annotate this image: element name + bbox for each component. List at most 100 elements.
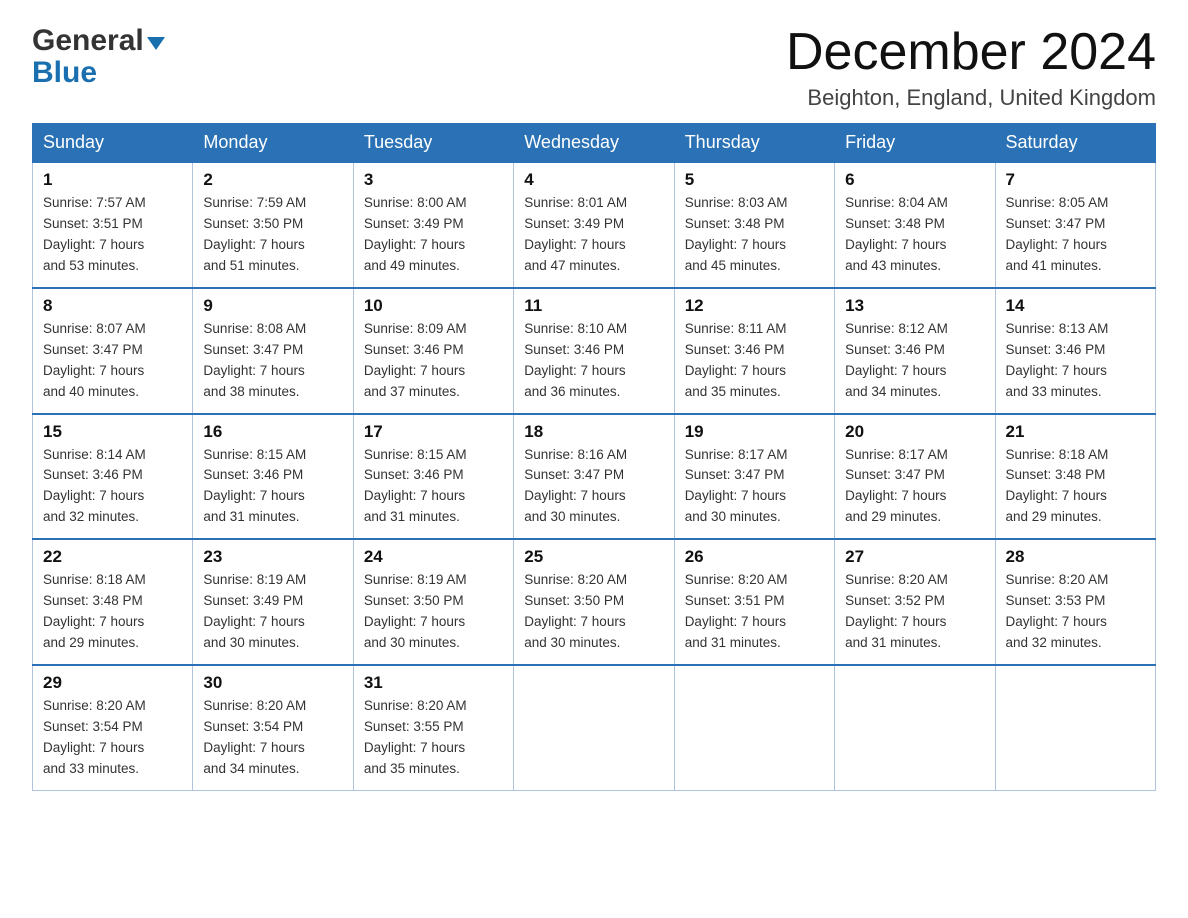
day-info: Sunrise: 8:01 AMSunset: 3:49 PMDaylight:… (524, 193, 663, 277)
day-number: 28 (1006, 547, 1145, 567)
day-info: Sunrise: 8:13 AMSunset: 3:46 PMDaylight:… (1006, 319, 1145, 403)
day-number: 13 (845, 296, 984, 316)
calendar-cell: 9Sunrise: 8:08 AMSunset: 3:47 PMDaylight… (193, 288, 353, 414)
calendar-cell: 18 Sunrise: 8:16 AMSunset: 3:47 PMDayligh… (514, 414, 674, 540)
title-block: December 2024 Beighton, England, United … (786, 24, 1156, 111)
calendar-header-row: SundayMondayTuesdayWednesdayThursdayFrid… (33, 124, 1156, 163)
day-info: Sunrise: 8:19 AMSunset: 3:50 PMDaylight:… (364, 570, 503, 654)
day-number: 23 (203, 547, 342, 567)
page-header: General Blue December 2024 Beighton, Eng… (32, 24, 1156, 111)
calendar-cell: 24 Sunrise: 8:19 AMSunset: 3:50 PMDayligh… (353, 539, 513, 665)
day-number: 4 (524, 170, 663, 190)
day-number: 14 (1006, 296, 1145, 316)
calendar-cell: 21 Sunrise: 8:18 AMSunset: 3:48 PMDayligh… (995, 414, 1155, 540)
day-info: Sunrise: 8:20 AMSunset: 3:54 PMDaylight:… (43, 696, 182, 780)
day-info: Sunrise: 8:20 AMSunset: 3:55 PMDaylight:… (364, 696, 503, 780)
day-info: Sunrise: 8:20 AMSunset: 3:51 PMDaylight:… (685, 570, 824, 654)
day-info: Sunrise: 7:59 AMSunset: 3:50 PMDaylight:… (203, 193, 342, 277)
col-header-monday: Monday (193, 124, 353, 163)
col-header-tuesday: Tuesday (353, 124, 513, 163)
day-number: 26 (685, 547, 824, 567)
calendar-cell: 5Sunrise: 8:03 AMSunset: 3:48 PMDaylight… (674, 162, 834, 288)
logo-triangle-icon (147, 37, 165, 50)
day-info: Sunrise: 7:57 AMSunset: 3:51 PMDaylight:… (43, 193, 182, 277)
day-number: 1 (43, 170, 182, 190)
calendar-cell: 8Sunrise: 8:07 AMSunset: 3:47 PMDaylight… (33, 288, 193, 414)
calendar-week-row: 29 Sunrise: 8:20 AMSunset: 3:54 PMDayligh… (33, 665, 1156, 790)
day-info: Sunrise: 8:18 AMSunset: 3:48 PMDaylight:… (1006, 445, 1145, 529)
calendar-cell: 22 Sunrise: 8:18 AMSunset: 3:48 PMDayligh… (33, 539, 193, 665)
day-number: 31 (364, 673, 503, 693)
calendar-cell: 14 Sunrise: 8:13 AMSunset: 3:46 PMDayligh… (995, 288, 1155, 414)
day-number: 8 (43, 296, 182, 316)
calendar-cell: 20Sunrise: 8:17 AMSunset: 3:47 PMDayligh… (835, 414, 995, 540)
day-info: Sunrise: 8:11 AMSunset: 3:46 PMDaylight:… (685, 319, 824, 403)
logo-general: General (32, 24, 144, 58)
day-info: Sunrise: 8:12 AMSunset: 3:46 PMDaylight:… (845, 319, 984, 403)
calendar-cell: 31 Sunrise: 8:20 AMSunset: 3:55 PMDayligh… (353, 665, 513, 790)
day-number: 24 (364, 547, 503, 567)
calendar-cell (835, 665, 995, 790)
day-number: 20 (845, 422, 984, 442)
calendar-week-row: 1 Sunrise: 7:57 AMSunset: 3:51 PMDaylight… (33, 162, 1156, 288)
calendar-cell: 17Sunrise: 8:15 AMSunset: 3:46 PMDayligh… (353, 414, 513, 540)
day-info: Sunrise: 8:10 AMSunset: 3:46 PMDaylight:… (524, 319, 663, 403)
day-info: Sunrise: 8:14 AMSunset: 3:46 PMDaylight:… (43, 445, 182, 529)
day-info: Sunrise: 8:20 AMSunset: 3:52 PMDaylight:… (845, 570, 984, 654)
calendar-cell: 19Sunrise: 8:17 AMSunset: 3:47 PMDayligh… (674, 414, 834, 540)
col-header-saturday: Saturday (995, 124, 1155, 163)
calendar-table: SundayMondayTuesdayWednesdayThursdayFrid… (32, 123, 1156, 790)
calendar-cell: 2 Sunrise: 7:59 AMSunset: 3:50 PMDaylight… (193, 162, 353, 288)
calendar-cell: 30Sunrise: 8:20 AMSunset: 3:54 PMDayligh… (193, 665, 353, 790)
calendar-cell: 10Sunrise: 8:09 AMSunset: 3:46 PMDayligh… (353, 288, 513, 414)
calendar-cell: 11 Sunrise: 8:10 AMSunset: 3:46 PMDayligh… (514, 288, 674, 414)
calendar-cell: 23Sunrise: 8:19 AMSunset: 3:49 PMDayligh… (193, 539, 353, 665)
calendar-week-row: 8Sunrise: 8:07 AMSunset: 3:47 PMDaylight… (33, 288, 1156, 414)
calendar-week-row: 22 Sunrise: 8:18 AMSunset: 3:48 PMDayligh… (33, 539, 1156, 665)
calendar-cell: 3Sunrise: 8:00 AMSunset: 3:49 PMDaylight… (353, 162, 513, 288)
day-number: 3 (364, 170, 503, 190)
calendar-cell: 13 Sunrise: 8:12 AMSunset: 3:46 PMDayligh… (835, 288, 995, 414)
col-header-wednesday: Wednesday (514, 124, 674, 163)
day-number: 11 (524, 296, 663, 316)
day-number: 16 (203, 422, 342, 442)
calendar-cell: 6 Sunrise: 8:04 AMSunset: 3:48 PMDaylight… (835, 162, 995, 288)
day-info: Sunrise: 8:16 AMSunset: 3:47 PMDaylight:… (524, 445, 663, 529)
calendar-cell (995, 665, 1155, 790)
day-info: Sunrise: 8:20 AMSunset: 3:54 PMDaylight:… (203, 696, 342, 780)
day-number: 2 (203, 170, 342, 190)
day-number: 21 (1006, 422, 1145, 442)
day-info: Sunrise: 8:08 AMSunset: 3:47 PMDaylight:… (203, 319, 342, 403)
calendar-cell: 26 Sunrise: 8:20 AMSunset: 3:51 PMDayligh… (674, 539, 834, 665)
calendar-cell: 1 Sunrise: 7:57 AMSunset: 3:51 PMDaylight… (33, 162, 193, 288)
day-number: 6 (845, 170, 984, 190)
day-info: Sunrise: 8:03 AMSunset: 3:48 PMDaylight:… (685, 193, 824, 277)
day-number: 22 (43, 547, 182, 567)
day-info: Sunrise: 8:05 AMSunset: 3:47 PMDaylight:… (1006, 193, 1145, 277)
calendar-cell: 25 Sunrise: 8:20 AMSunset: 3:50 PMDayligh… (514, 539, 674, 665)
day-info: Sunrise: 8:15 AMSunset: 3:46 PMDaylight:… (364, 445, 503, 529)
day-info: Sunrise: 8:04 AMSunset: 3:48 PMDaylight:… (845, 193, 984, 277)
day-number: 18 (524, 422, 663, 442)
day-number: 29 (43, 673, 182, 693)
month-title: December 2024 (786, 24, 1156, 81)
day-number: 12 (685, 296, 824, 316)
day-info: Sunrise: 8:09 AMSunset: 3:46 PMDaylight:… (364, 319, 503, 403)
location: Beighton, England, United Kingdom (786, 85, 1156, 111)
day-info: Sunrise: 8:18 AMSunset: 3:48 PMDaylight:… (43, 570, 182, 654)
calendar-cell: 28Sunrise: 8:20 AMSunset: 3:53 PMDayligh… (995, 539, 1155, 665)
calendar-cell: 12 Sunrise: 8:11 AMSunset: 3:46 PMDayligh… (674, 288, 834, 414)
day-number: 19 (685, 422, 824, 442)
day-info: Sunrise: 8:15 AMSunset: 3:46 PMDaylight:… (203, 445, 342, 529)
calendar-cell (514, 665, 674, 790)
calendar-cell (674, 665, 834, 790)
calendar-cell: 15 Sunrise: 8:14 AMSunset: 3:46 PMDayligh… (33, 414, 193, 540)
logo: General Blue (32, 24, 165, 88)
day-number: 15 (43, 422, 182, 442)
day-number: 25 (524, 547, 663, 567)
calendar-cell: 7 Sunrise: 8:05 AMSunset: 3:47 PMDaylight… (995, 162, 1155, 288)
calendar-cell: 16 Sunrise: 8:15 AMSunset: 3:46 PMDayligh… (193, 414, 353, 540)
day-number: 7 (1006, 170, 1145, 190)
calendar-cell: 27Sunrise: 8:20 AMSunset: 3:52 PMDayligh… (835, 539, 995, 665)
day-info: Sunrise: 8:20 AMSunset: 3:50 PMDaylight:… (524, 570, 663, 654)
